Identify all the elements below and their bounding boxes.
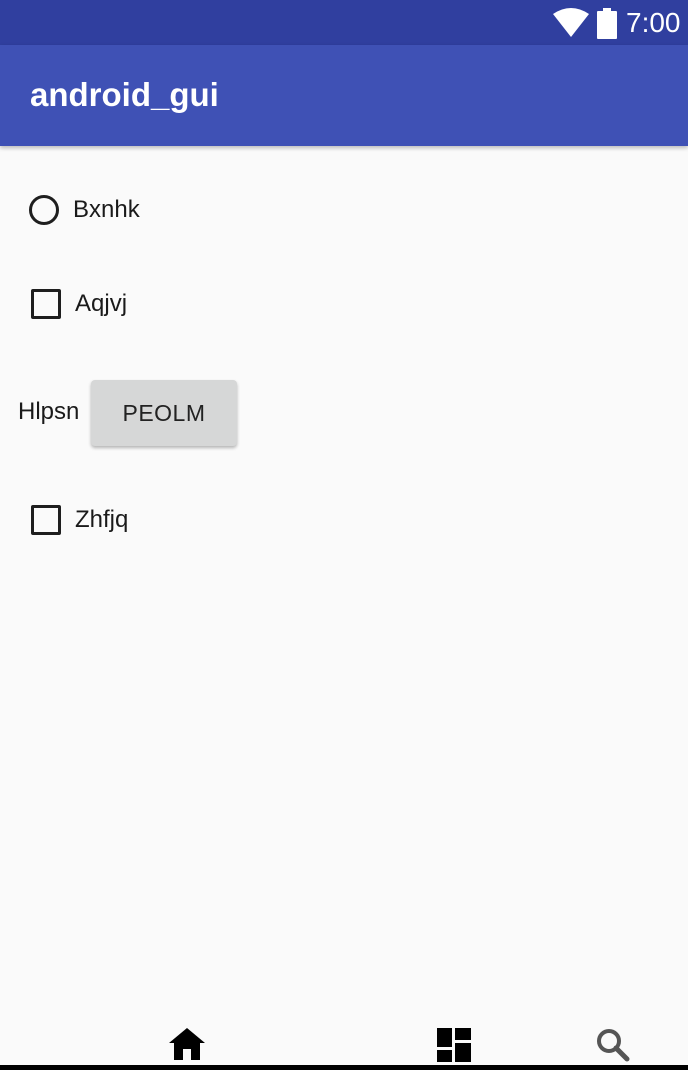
checkbox[interactable] bbox=[31, 505, 61, 535]
status-time: 7:00 bbox=[626, 7, 681, 38]
nav-bar-divider bbox=[0, 1065, 688, 1070]
radio-option-row[interactable]: Bxnhk bbox=[29, 195, 140, 225]
radio-button[interactable] bbox=[29, 195, 59, 225]
battery-icon bbox=[597, 8, 617, 44]
checkbox-label[interactable]: Aqjvj bbox=[75, 289, 127, 319]
bottom-navigation bbox=[0, 1014, 688, 1070]
dashboard-icon[interactable] bbox=[437, 1028, 471, 1067]
status-bar: 7:00 bbox=[0, 0, 688, 45]
app-title: android_gui bbox=[30, 76, 219, 113]
checkbox-row-aqjvj[interactable]: Aqjvj bbox=[31, 289, 127, 319]
field-label: Hlpsn bbox=[18, 398, 80, 425]
checkbox-row-zhfjq[interactable]: Zhfjq bbox=[31, 505, 128, 535]
home-icon[interactable] bbox=[169, 1028, 205, 1065]
search-icon[interactable] bbox=[596, 1028, 630, 1067]
radio-label[interactable]: Bxnhk bbox=[73, 195, 140, 225]
checkbox-label[interactable]: Zhfjq bbox=[75, 505, 128, 535]
wifi-icon bbox=[552, 8, 590, 43]
checkbox[interactable] bbox=[31, 289, 61, 319]
app-bar: android_gui bbox=[0, 45, 688, 146]
peolm-button[interactable]: PEOLM bbox=[91, 380, 237, 446]
